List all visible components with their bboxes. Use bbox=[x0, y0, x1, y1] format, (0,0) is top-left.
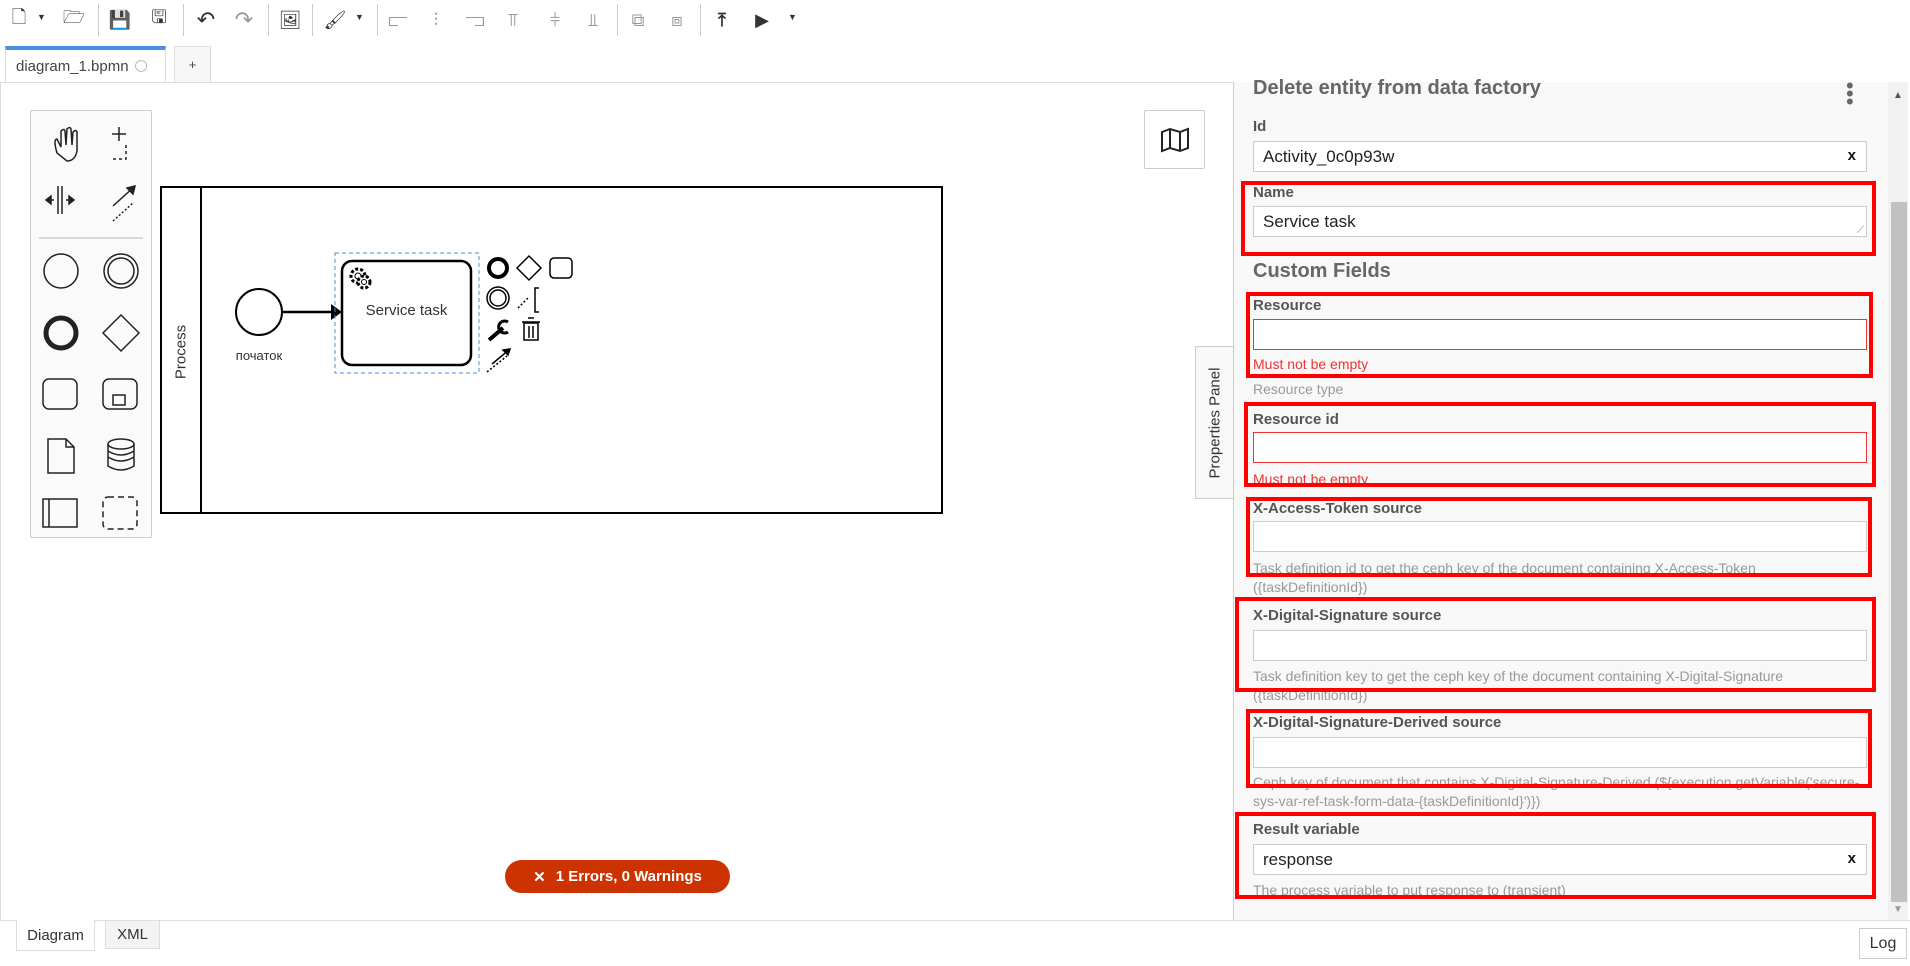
log-button[interactable]: Log bbox=[1859, 928, 1907, 959]
tab-xml[interactable]: XML bbox=[105, 920, 160, 949]
highlight-box bbox=[1246, 292, 1873, 378]
context-pad bbox=[486, 254, 573, 373]
resource-type-label: Resource type bbox=[1253, 381, 1344, 397]
highlight-box bbox=[1244, 402, 1876, 487]
id-label: Id bbox=[1253, 118, 1267, 135]
start-event[interactable] bbox=[235, 288, 283, 336]
append-task-icon[interactable] bbox=[549, 257, 573, 279]
clear-icon[interactable]: x bbox=[1848, 147, 1856, 164]
map-icon bbox=[1160, 127, 1189, 152]
connect-arrow-icon[interactable] bbox=[486, 348, 512, 373]
highlight-box bbox=[1246, 709, 1872, 788]
section-custom-fields: Custom Fields bbox=[1253, 260, 1391, 282]
highlight-box bbox=[1235, 597, 1876, 692]
errors-badge[interactable]: ✕ 1 Errors, 0 Warnings bbox=[505, 860, 730, 893]
delete-trash-icon[interactable] bbox=[522, 317, 540, 341]
id-input[interactable]: Activity_0c0p93w x bbox=[1253, 141, 1867, 172]
highlight-box bbox=[1246, 497, 1872, 577]
highlight-box bbox=[1235, 812, 1876, 899]
panel-title: Delete entity from data factory bbox=[1253, 77, 1541, 99]
append-end-event-icon[interactable] bbox=[487, 257, 509, 279]
highlight-box bbox=[1241, 181, 1876, 256]
diagram-canvas bbox=[235, 252, 573, 374]
scrollbar[interactable]: ▲ ▼ bbox=[1888, 82, 1908, 920]
append-intermediate-event-icon[interactable] bbox=[486, 286, 510, 310]
append-text-annotation-icon[interactable] bbox=[517, 287, 539, 313]
change-type-wrench-icon[interactable] bbox=[487, 319, 509, 342]
properties-panel-toggle-label: Properties Panel bbox=[1206, 367, 1224, 479]
more-options-icon[interactable]: • • • bbox=[1846, 75, 1854, 113]
tab-diagram[interactable]: Diagram bbox=[16, 920, 95, 951]
properties-panel-toggle[interactable]: Properties Panel bbox=[1195, 346, 1234, 499]
errors-text: 1 Errors, 0 Warnings bbox=[555, 868, 702, 885]
start-event-label: початок bbox=[235, 348, 283, 363]
error-x-icon: ✕ bbox=[533, 868, 546, 886]
append-gateway-icon[interactable] bbox=[515, 254, 543, 282]
minimap-button[interactable] bbox=[1144, 110, 1205, 169]
task-label: Service task bbox=[365, 302, 448, 319]
